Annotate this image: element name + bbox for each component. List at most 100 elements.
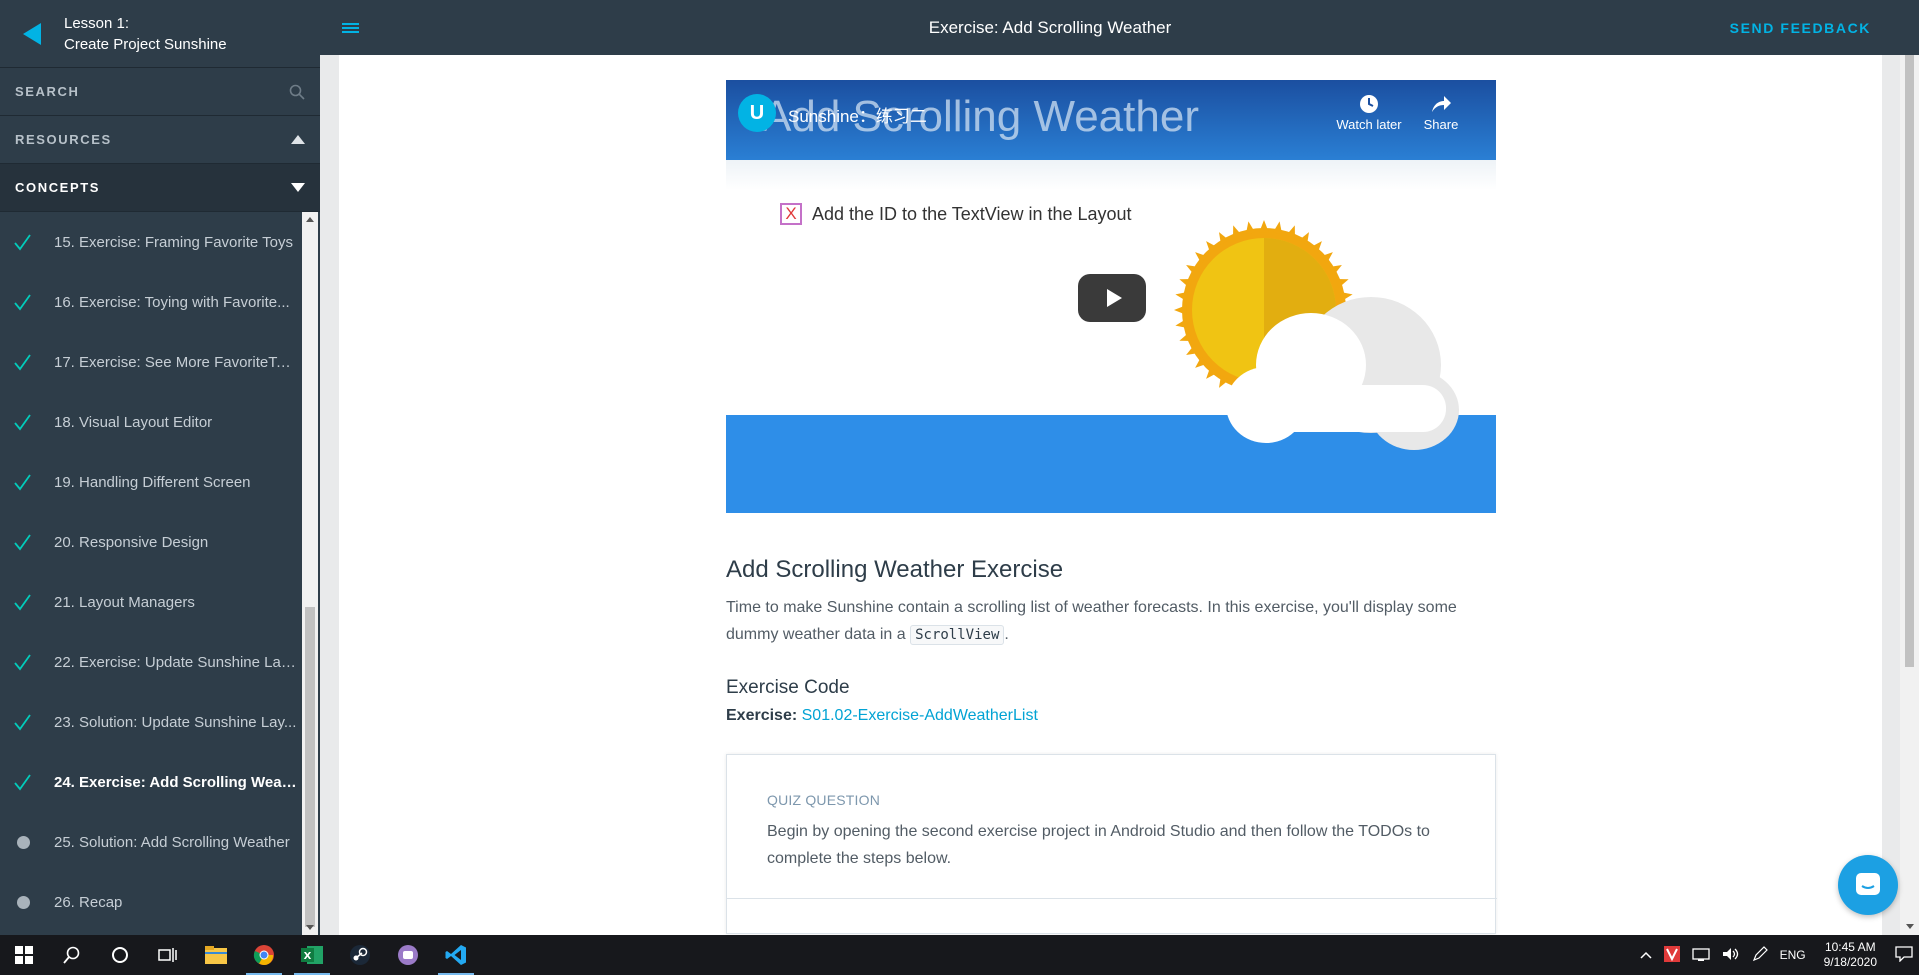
concept-item[interactable]: 20. Responsive Design (0, 512, 302, 572)
back-arrow-icon (23, 22, 41, 45)
concept-label: 16. Exercise: Toying with Favorite... (54, 293, 290, 311)
concept-label: 19. Handling Different Screen (54, 473, 251, 491)
main-content: Add Scrolling Weather U Sunshine：练习二 Wat… (339, 55, 1882, 935)
network-icon[interactable] (1686, 947, 1716, 964)
main-scrollbar[interactable] (1900, 55, 1919, 935)
vscode-button[interactable] (432, 935, 480, 975)
pen-icon[interactable] (1746, 945, 1774, 965)
chrome-button[interactable] (240, 935, 288, 975)
steam-button[interactable] (336, 935, 384, 975)
resources-toggle[interactable]: RESOURCES (0, 116, 320, 164)
incomplete-dot-icon (14, 835, 54, 849)
video-player[interactable]: Add Scrolling Weather U Sunshine：练习二 Wat… (726, 80, 1496, 513)
tray-expand-icon[interactable] (1634, 948, 1658, 962)
concept-label: 20. Responsive Design (54, 533, 209, 551)
notifications-icon[interactable] (1889, 945, 1919, 965)
exercise-code-link[interactable]: S01.02-Exercise-AddWeatherList (802, 707, 1038, 724)
todo-checkbox: X (780, 203, 802, 225)
video-shade (726, 160, 1496, 190)
taskbar-search-icon (63, 946, 80, 964)
concept-label: 21. Layout Managers (54, 593, 195, 611)
share-button[interactable]: Share (1416, 94, 1466, 132)
checkmark-icon (14, 413, 54, 431)
send-feedback-button[interactable]: SEND FEEDBACK (1730, 20, 1871, 36)
task-view-button[interactable] (144, 935, 192, 975)
exercise-code-prefix: Exercise: (726, 707, 798, 724)
todo-line: X Add the ID to the TextView in the Layo… (780, 203, 1132, 225)
exercise-code-heading: Exercise Code (726, 677, 850, 698)
concept-item[interactable]: 24. Exercise: Add Scrolling Weath... (0, 752, 302, 812)
scroll-down-icon[interactable] (306, 925, 314, 930)
concept-item[interactable]: 26. Recap (0, 872, 302, 932)
windows-logo-icon (15, 946, 33, 964)
description-end: . (1004, 626, 1009, 643)
play-icon (1106, 289, 1122, 307)
concept-label: 23. Solution: Update Sunshine Lay... (54, 713, 297, 731)
concept-label: 26. Recap (54, 893, 123, 911)
scrollbar-thumb[interactable] (305, 607, 315, 927)
sidebar-search[interactable]: SEARCH (0, 68, 320, 116)
concept-list: 15. Exercise: Framing Favorite Toys 16. E… (0, 212, 302, 935)
checkmark-icon (14, 653, 54, 671)
resources-label: RESOURCES (15, 132, 112, 147)
concept-item[interactable]: 23. Solution: Update Sunshine Lay... (0, 692, 302, 752)
checkmark-icon (14, 293, 54, 311)
antivirus-tray-icon[interactable] (1658, 945, 1686, 965)
system-tray: ENG 10:45 AM 9/18/2020 (1634, 935, 1919, 975)
start-button[interactable] (0, 935, 48, 975)
excel-icon: X (301, 946, 323, 964)
todo-text: Add the ID to the TextView in the Layout (812, 203, 1132, 224)
checkmark-icon (14, 233, 54, 251)
excel-button[interactable]: X (288, 935, 336, 975)
checkmark-icon (14, 713, 54, 731)
file-explorer-button[interactable] (192, 935, 240, 975)
cortana-icon (112, 947, 128, 963)
cortana-button[interactable] (96, 935, 144, 975)
page-title: Exercise: Add Scrolling Weather (928, 17, 1172, 37)
checkmark-icon (14, 773, 54, 791)
concept-item[interactable]: 21. Layout Managers (0, 572, 302, 632)
concept-item[interactable]: 22. Exercise: Update Sunshine Lay... (0, 632, 302, 692)
language-indicator[interactable]: ENG (1774, 948, 1812, 962)
quiz-tag: QUIZ QUESTION (767, 792, 881, 808)
concept-label: 24. Exercise: Add Scrolling Weath... (54, 773, 299, 791)
concepts-label: CONCEPTS (15, 180, 101, 195)
svg-text:X: X (304, 951, 312, 962)
lesson-number: Lesson 1: (64, 14, 130, 32)
concepts-toggle[interactable]: CONCEPTS (0, 164, 320, 212)
content-column: Add Scrolling Weather U Sunshine：练习二 Wat… (726, 80, 1497, 934)
scroll-up-icon[interactable] (306, 217, 314, 222)
watch-later-button[interactable]: Watch later (1334, 94, 1404, 132)
scrollview-code: ScrollView (910, 625, 1005, 645)
quiz-question-text: Begin by opening the second exercise pro… (767, 823, 1430, 867)
back-button[interactable] (0, 0, 64, 68)
play-button[interactable] (1078, 274, 1146, 322)
video-name[interactable]: Sunshine：练习二 (788, 102, 927, 127)
media-app-button[interactable] (384, 935, 432, 975)
vscode-icon (445, 945, 466, 965)
main-scroll-down-icon[interactable] (1906, 924, 1914, 929)
caret-up-icon (291, 135, 305, 144)
search-icon (289, 84, 305, 100)
task-view-icon (158, 948, 177, 962)
clock[interactable]: 10:45 AM 9/18/2020 (1812, 940, 1889, 970)
udacity-logo-icon[interactable]: U (738, 94, 776, 132)
checkmark-icon (14, 473, 54, 491)
concept-item[interactable]: 16. Exercise: Toying with Favorite... (0, 272, 302, 332)
taskbar-search-button[interactable] (48, 935, 96, 975)
volume-icon[interactable] (1716, 947, 1746, 964)
concept-item[interactable]: 25. Solution: Add Scrolling Weather (0, 812, 302, 872)
sidebar-scrollbar[interactable] (302, 212, 318, 935)
exercise-code-line: Exercise: S01.02-Exercise-AddWeatherList (726, 707, 1496, 725)
lesson-sidebar: Lesson 1: Create Project Sunshine SEARCH… (0, 0, 320, 935)
concept-item[interactable]: 18. Visual Layout Editor (0, 392, 302, 452)
chat-button[interactable] (1838, 855, 1898, 915)
concept-item[interactable]: 15. Exercise: Framing Favorite Toys (0, 212, 302, 272)
concept-item[interactable]: 19. Handling Different Screen (0, 452, 302, 512)
quiz-divider (727, 898, 1497, 899)
main-scrollbar-thumb[interactable] (1905, 55, 1914, 667)
concept-item[interactable]: 17. Exercise: See More FavoriteToys (0, 332, 302, 392)
checkmark-icon (14, 533, 54, 551)
clock-date: 9/18/2020 (1823, 955, 1877, 969)
concept-label: 25. Solution: Add Scrolling Weather (54, 833, 290, 851)
